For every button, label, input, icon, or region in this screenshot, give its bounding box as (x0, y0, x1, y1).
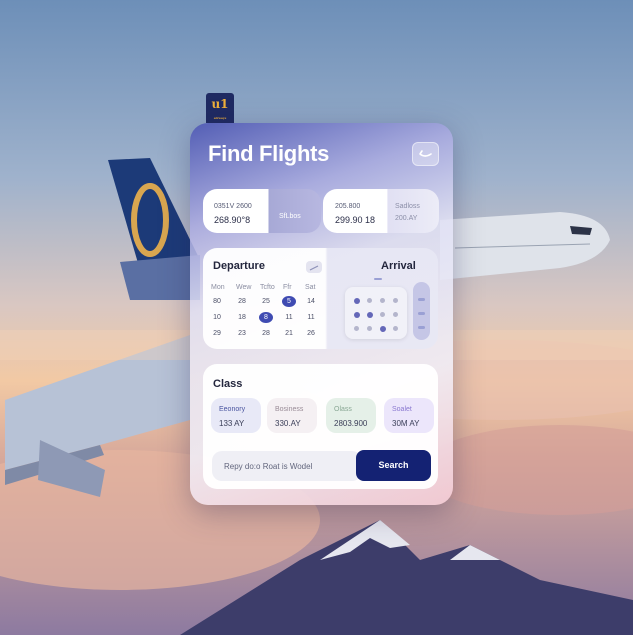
time-slot-dot[interactable] (380, 312, 385, 317)
calendar-day[interactable]: 28 (259, 330, 273, 337)
slider-knob[interactable] (418, 326, 425, 329)
calendar-day[interactable]: 11 (304, 314, 318, 321)
calendar-day[interactable]: 29 (210, 330, 224, 337)
weekday-label: Tcfto (260, 284, 275, 291)
calendar-toggle-button[interactable] (306, 261, 322, 273)
time-slot-dot[interactable] (354, 312, 360, 318)
calendar-day-selected[interactable]: 5 (282, 296, 296, 307)
calendar-day[interactable]: 26 (304, 330, 318, 337)
destination-selector[interactable]: 205.800 299.90 18 Sadloss 200.AY (323, 189, 439, 233)
weekday-label: Ffr (283, 284, 292, 291)
calendar-day[interactable]: 23 (235, 330, 249, 337)
time-slot-dot[interactable] (354, 298, 360, 304)
time-slot-dot[interactable] (380, 326, 386, 332)
search-button[interactable]: Search (356, 450, 431, 481)
time-slot-dot[interactable] (367, 312, 373, 318)
calendar-day[interactable]: 10 (210, 314, 224, 321)
calendar-day-selected[interactable]: 8 (259, 312, 273, 323)
arrival-indicator (374, 278, 382, 280)
destination-subtext: Sadloss (395, 203, 420, 210)
arrival-label: Arrival (381, 260, 416, 272)
class-option[interactable]: Olass 2803.900 (326, 398, 376, 433)
class-option-name: Olass (334, 406, 352, 413)
calendar-day[interactable]: 11 (282, 314, 296, 321)
calendar-day[interactable]: 25 (259, 298, 273, 305)
class-option[interactable]: Bosiness 330.AY (267, 398, 317, 433)
class-option-price: 330.AY (275, 419, 301, 428)
time-slot-dot[interactable] (367, 326, 372, 331)
class-label: Class (213, 378, 243, 390)
departure-label: Departure (213, 260, 265, 272)
time-slot-dot[interactable] (393, 312, 398, 317)
search-input[interactable] (212, 451, 362, 481)
destination-value: 299.90 18 (335, 215, 376, 225)
calendar-day[interactable]: 28 (235, 298, 249, 305)
origin-code: 0351V 2600 (214, 203, 252, 210)
origin-badge: SfLbos (279, 213, 301, 220)
destination-badge: 200.AY (395, 215, 418, 222)
page-title: Find Flights (208, 141, 330, 166)
flight-toggle-button[interactable] (412, 142, 439, 166)
class-option-name: Soalet (392, 406, 412, 413)
class-option[interactable]: Soalet 30M AY (384, 398, 434, 433)
class-option-name: Bosiness (275, 406, 304, 413)
destination-code: 205.800 (335, 203, 361, 210)
calendar-day[interactable]: 14 (304, 298, 318, 305)
arrival-slider[interactable] (413, 282, 430, 340)
time-slot-dot[interactable] (380, 298, 385, 303)
class-option-price: 133 AY (219, 419, 245, 428)
calendar-day[interactable]: 21 (282, 330, 296, 337)
time-slot-dot[interactable] (367, 298, 372, 303)
class-option-name: Eeonory (219, 406, 246, 413)
weekday-label: Sat (305, 284, 316, 291)
class-option[interactable]: Eeonory 133 AY (211, 398, 261, 433)
time-slot-dot[interactable] (354, 326, 359, 331)
calendar-day[interactable]: 80 (210, 298, 224, 305)
calendar-day[interactable]: 18 (235, 314, 249, 321)
arrival-time-picker[interactable] (345, 287, 407, 339)
weekday-label: Wew (236, 284, 252, 291)
origin-selector[interactable]: 0351V 2600 268.90°8 SfLbos (203, 189, 321, 233)
plane-icon (419, 150, 432, 157)
origin-value: 268.90°8 (214, 215, 251, 225)
class-option-price: 2803.900 (334, 419, 368, 428)
brand-logo: u1 airways (206, 93, 234, 123)
time-slot-dot[interactable] (393, 298, 398, 303)
slider-knob[interactable] (418, 312, 425, 315)
time-slot-dot[interactable] (393, 326, 398, 331)
class-option-price: 30M AY (392, 419, 420, 428)
weekday-label: Mon (211, 284, 225, 291)
plane-icon (309, 265, 319, 271)
slider-knob[interactable] (418, 298, 425, 301)
